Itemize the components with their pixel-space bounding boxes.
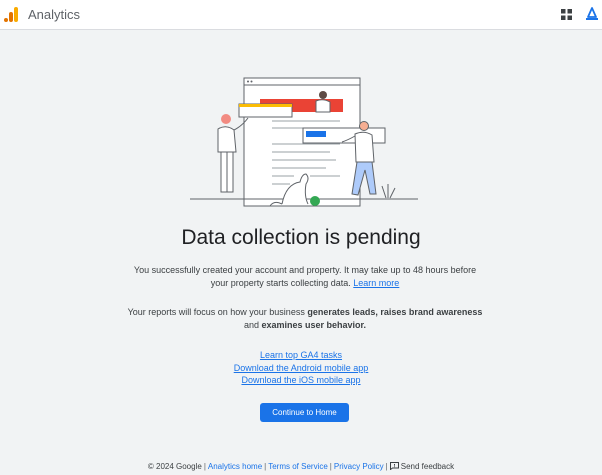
focus-text-middle: and [243, 319, 262, 330]
learn-ga4-tasks-link[interactable]: Learn top GA4 tasks [0, 349, 602, 362]
analytics-home-link[interactable]: Analytics home [208, 462, 262, 471]
apps-grid-icon[interactable] [561, 9, 572, 20]
copyright-text: © 2024 Google [147, 462, 202, 471]
feedback-icon [389, 462, 399, 470]
account-icon[interactable] [585, 7, 599, 21]
focus-text: Your reports will focus on how your busi… [125, 306, 485, 331]
focus-text-before: Your reports will focus on how your busi… [127, 307, 308, 317]
footer: © 2024 Google | Analytics home | Terms of Se… [0, 462, 602, 471]
app-title[interactable]: Analytics [28, 7, 80, 22]
android-app-link[interactable]: Download the Android mobile app [0, 362, 602, 375]
privacy-link[interactable]: Privacy Policy [334, 462, 384, 471]
continue-to-home-button[interactable]: Continue to Home [260, 403, 349, 422]
footer-separator: | [264, 462, 267, 471]
learn-more-link[interactable]: Learn more [353, 278, 399, 288]
top-app-bar: Analytics [0, 0, 602, 30]
focus-bold-1: generates leads, raises brand awareness [307, 307, 483, 317]
analytics-logo-icon[interactable] [4, 7, 18, 22]
data-pending-illustration [190, 77, 418, 207]
intro-text: You successfully created your account an… [125, 264, 485, 289]
send-feedback-label: Send feedback [400, 462, 455, 471]
intro-message: You successfully created your account an… [133, 265, 477, 288]
ios-app-link[interactable]: Download the iOS mobile app [0, 374, 602, 387]
footer-separator: | [203, 462, 206, 471]
footer-separator: | [385, 462, 388, 471]
send-feedback-button[interactable]: Send feedback [389, 462, 455, 471]
terms-link[interactable]: Terms of Service [268, 462, 328, 471]
resource-links: Learn top GA4 tasks Download the Android… [0, 349, 602, 387]
page-headline: Data collection is pending [181, 226, 421, 249]
footer-separator: | [329, 462, 332, 471]
focus-bold-2: examines user behavior. [261, 319, 367, 330]
